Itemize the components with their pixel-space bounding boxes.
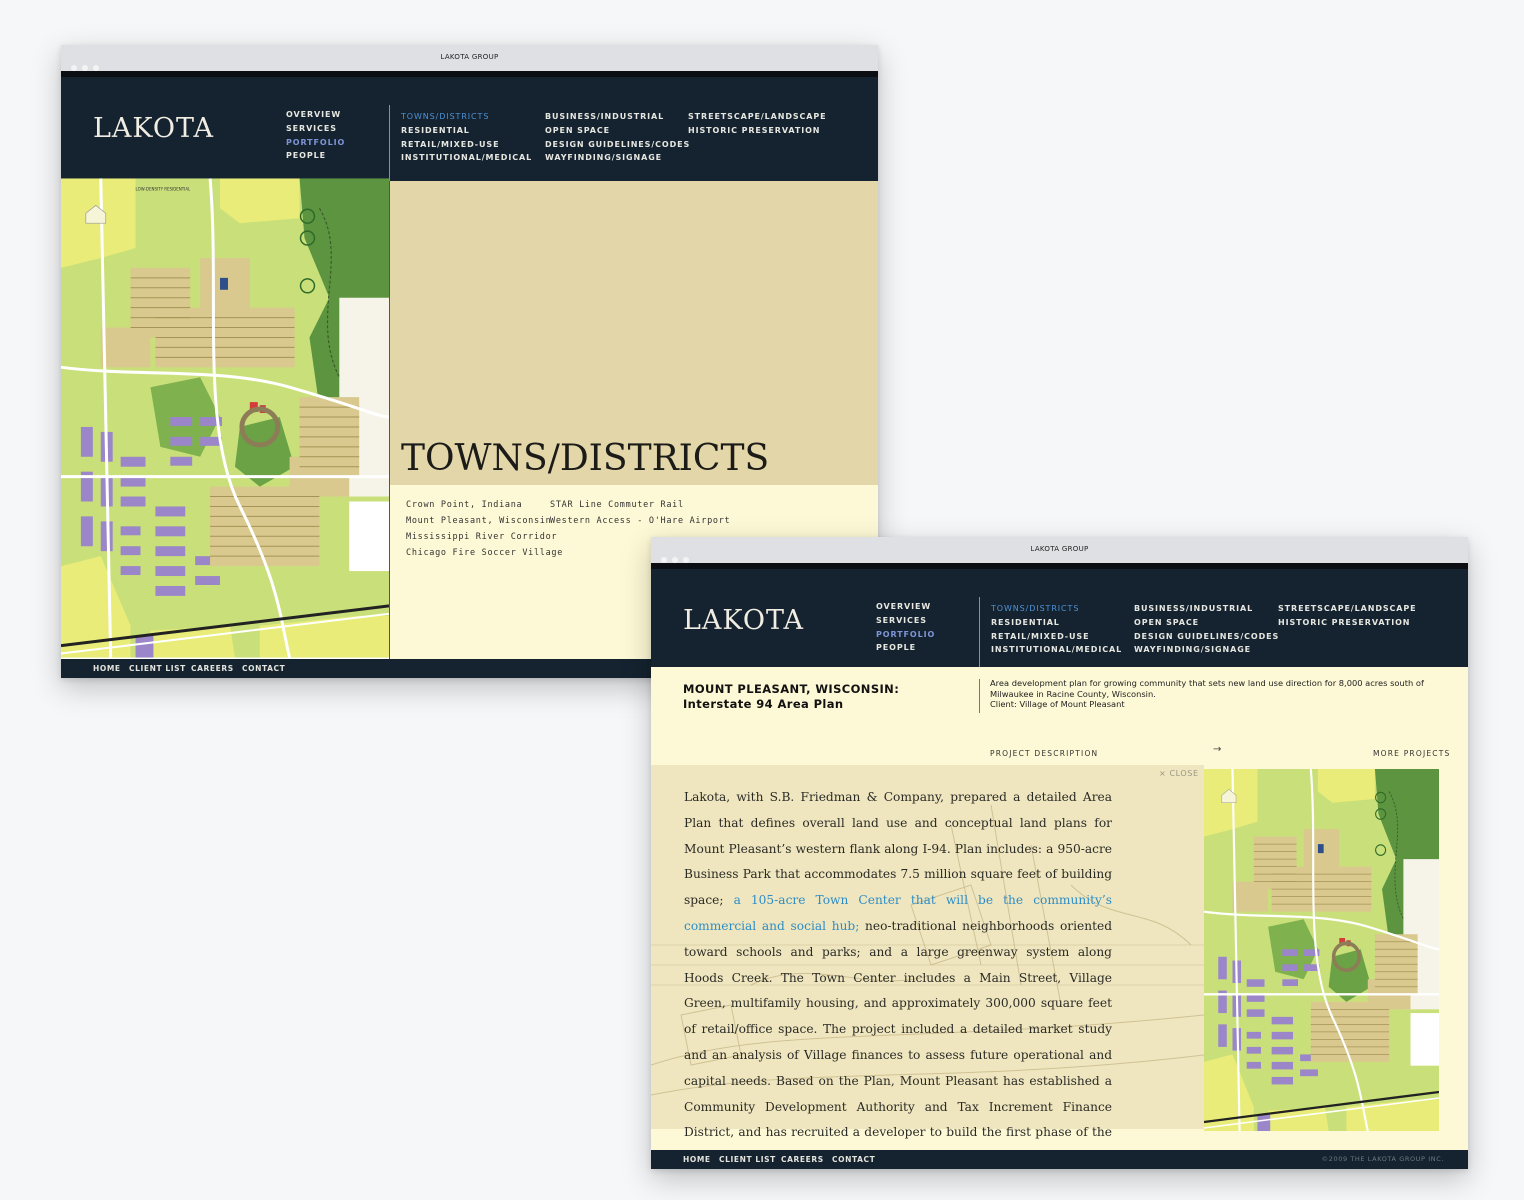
project-link-chicago-fire[interactable]: Chicago Fire Soccer Village (406, 545, 563, 561)
footer-home[interactable]: HOME (93, 664, 121, 673)
lakota-logo[interactable]: LAKOTA (93, 113, 214, 144)
title-divider (979, 679, 980, 713)
nav-people[interactable]: PEOPLE (876, 641, 935, 655)
nav-overview[interactable]: OVERVIEW (286, 108, 345, 122)
category-wayfinding-signage[interactable]: WAYFINDING/SIGNAGE (545, 151, 690, 165)
site-header: LAKOTA OVERVIEW SERVICES PORTFOLIO PEOPL… (651, 569, 1468, 667)
nav-services[interactable]: SERVICES (876, 614, 935, 628)
site-footer: HOME CLIENT LIST CAREERS CONTACT ©2009 T… (651, 1150, 1468, 1169)
category-design-guidelines[interactable]: DESIGN GUIDELINES/CODES (545, 138, 690, 152)
project-summary-text: Area development plan for growing commun… (990, 678, 1424, 699)
window-titlebar: LAKOTA GROUP (651, 537, 1468, 563)
project-window: LAKOTA GROUP LAKOTA OVERVIEW SERVICES PO… (651, 537, 1468, 1169)
arrow-right-icon[interactable]: → (1213, 744, 1221, 755)
category-residential[interactable]: RESIDENTIAL (991, 616, 1122, 630)
category-design-guidelines[interactable]: DESIGN GUIDELINES/CODES (1134, 630, 1279, 644)
category-towns-districts[interactable]: TOWNS/DISTRICTS (991, 602, 1122, 616)
category-residential[interactable]: RESIDENTIAL (401, 124, 532, 138)
category-wayfinding-signage[interactable]: WAYFINDING/SIGNAGE (1134, 643, 1279, 657)
project-link-star-line[interactable]: STAR Line Commuter Rail (550, 497, 730, 513)
category-col-3: STREETSCAPE/LANDSCAPE HISTORIC PRESERVAT… (1278, 602, 1417, 630)
footer-contact[interactable]: CONTACT (832, 1155, 875, 1164)
category-towns-districts[interactable]: TOWNS/DISTRICTS (401, 110, 532, 124)
more-projects-link[interactable]: MORE PROJECTS (1373, 749, 1450, 758)
lakota-logo[interactable]: LAKOTA (683, 605, 804, 636)
category-open-space[interactable]: OPEN SPACE (1134, 616, 1279, 630)
site-plan-map: LOW-DENSITY RESIDENTIAL (61, 177, 389, 659)
main-nav: OVERVIEW SERVICES PORTFOLIO PEOPLE (876, 600, 935, 655)
close-button[interactable]: × CLOSE (1159, 769, 1199, 778)
category-col-2: BUSINESS/INDUSTRIAL OPEN SPACE DESIGN GU… (545, 110, 690, 165)
footer-client-list[interactable]: CLIENT LIST (719, 1155, 776, 1164)
category-col-1: TOWNS/DISTRICTS RESIDENTIAL RETAIL/MIXED… (401, 110, 532, 165)
window-titlebar: LAKOTA GROUP (61, 45, 878, 71)
project-title-name: Interstate 94 Area Plan (683, 697, 844, 711)
nav-portfolio[interactable]: PORTFOLIO (876, 628, 935, 642)
category-business-industrial[interactable]: BUSINESS/INDUSTRIAL (545, 110, 690, 124)
description-text-1: Lakota, with S.B. Friedman & Company, pr… (684, 790, 1112, 908)
project-link-mississippi[interactable]: Mississippi River Corridor (406, 529, 563, 545)
nav-divider (979, 597, 980, 667)
nav-divider (389, 105, 390, 181)
nav-people[interactable]: PEOPLE (286, 149, 345, 163)
description-text-2: neo-traditional neighborhoods oriented t… (684, 918, 1112, 1165)
category-retail-mixed-use[interactable]: RETAIL/MIXED-USE (991, 630, 1122, 644)
category-streetscape-landscape[interactable]: STREETSCAPE/LANDSCAPE (1278, 602, 1417, 616)
category-open-space[interactable]: OPEN SPACE (545, 124, 690, 138)
window-title: LAKOTA GROUP (440, 53, 499, 61)
category-col-2: BUSINESS/INDUSTRIAL OPEN SPACE DESIGN GU… (1134, 602, 1279, 657)
category-col-3: STREETSCAPE/LANDSCAPE HISTORIC PRESERVAT… (688, 110, 827, 138)
project-client: Client: Village of Mount Pleasant (990, 699, 1125, 709)
footer-contact[interactable]: CONTACT (242, 664, 285, 673)
category-business-industrial[interactable]: BUSINESS/INDUSTRIAL (1134, 602, 1279, 616)
category-institutional-medical[interactable]: INSTITUTIONAL/MEDICAL (991, 643, 1122, 657)
window-title: LAKOTA GROUP (1030, 545, 1089, 553)
category-historic-preservation[interactable]: HISTORIC PRESERVATION (688, 124, 827, 138)
category-historic-preservation[interactable]: HISTORIC PRESERVATION (1278, 616, 1417, 630)
main-nav: OVERVIEW SERVICES PORTFOLIO PEOPLE (286, 108, 345, 163)
category-retail-mixed-use[interactable]: RETAIL/MIXED-USE (401, 138, 532, 152)
project-title-location: MOUNT PLEASANT, WISCONSIN: (683, 682, 900, 696)
copyright: ©2009 THE LAKOTA GROUP INC. (1321, 1155, 1444, 1163)
nav-overview[interactable]: OVERVIEW (876, 600, 935, 614)
nav-services[interactable]: SERVICES (286, 122, 345, 136)
project-site-plan-image[interactable] (1204, 769, 1439, 1131)
project-link-crown-point[interactable]: Crown Point, Indiana (406, 497, 563, 513)
project-link-mount-pleasant[interactable]: Mount Pleasant, Wisconsin (406, 513, 563, 529)
project-list-col-2: STAR Line Commuter Rail Western Access -… (550, 497, 730, 529)
project-title: MOUNT PLEASANT, WISCONSIN: Interstate 94… (683, 682, 899, 712)
footer-client-list[interactable]: CLIENT LIST (129, 664, 186, 673)
project-summary: Area development plan for growing commun… (990, 678, 1440, 710)
footer-careers[interactable]: CAREERS (191, 664, 234, 673)
site-header: LAKOTA OVERVIEW SERVICES PORTFOLIO PEOPL… (61, 77, 878, 181)
map-label-low-density: LOW-DENSITY RESIDENTIAL (136, 186, 192, 191)
project-list-col-1: Crown Point, Indiana Mount Pleasant, Wis… (406, 497, 563, 561)
project-description-tab[interactable]: PROJECT DESCRIPTION (990, 749, 1098, 758)
section-title: TOWNS/DISTRICTS (401, 438, 770, 479)
category-institutional-medical[interactable]: INSTITUTIONAL/MEDICAL (401, 151, 532, 165)
footer-careers[interactable]: CAREERS (781, 1155, 824, 1164)
project-description: Lakota, with S.B. Friedman & Company, pr… (684, 785, 1112, 1169)
footer-home[interactable]: HOME (683, 1155, 711, 1164)
category-col-1: TOWNS/DISTRICTS RESIDENTIAL RETAIL/MIXED… (991, 602, 1122, 657)
category-streetscape-landscape[interactable]: STREETSCAPE/LANDSCAPE (688, 110, 827, 124)
nav-portfolio[interactable]: PORTFOLIO (286, 136, 345, 150)
project-link-western-access[interactable]: Western Access - O'Hare Airport (550, 513, 730, 529)
